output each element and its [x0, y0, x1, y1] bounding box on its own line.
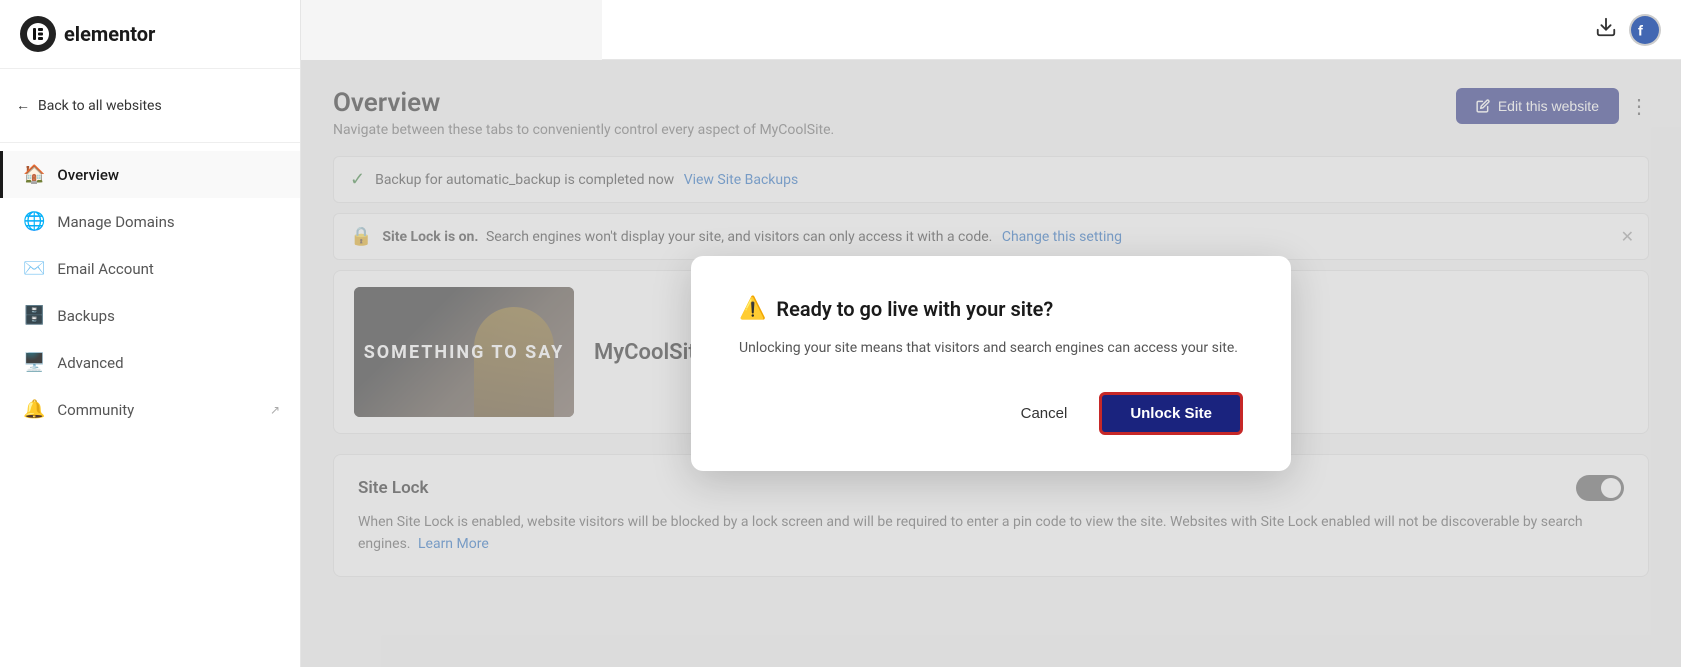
sidebar-label-email-account: Email Account — [57, 260, 153, 278]
unlock-site-button[interactable]: Unlock Site — [1099, 392, 1243, 435]
logo-text: elementor — [64, 22, 155, 46]
sidebar-icon-backups: 🗄️ — [23, 305, 45, 326]
sidebar-label-manage-domains: Manage Domains — [57, 213, 174, 231]
sidebar-icon-community: 🔔 — [23, 399, 45, 420]
sidebar-item-community[interactable]: 🔔 Community ↗ — [0, 386, 300, 433]
sidebar: elementor ← Back to all websites 🏠 Overv… — [0, 0, 301, 667]
cancel-button[interactable]: Cancel — [1005, 397, 1084, 430]
user-avatar[interactable]: f — [1629, 14, 1661, 46]
sidebar-icon-manage-domains: 🌐 — [23, 211, 45, 232]
content-area: Overview Navigate between these tabs to … — [301, 60, 1681, 667]
back-arrow-icon: ← — [16, 97, 30, 114]
unlock-dialog: ⚠️ Ready to go live with your site? Unlo… — [691, 256, 1291, 470]
back-label: Back to all websites — [38, 98, 162, 114]
main-content: f Overview Navigate between these tabs t… — [301, 0, 1681, 667]
download-button[interactable] — [1595, 16, 1617, 44]
app-logo: elementor — [0, 0, 300, 69]
sidebar-item-email-account[interactable]: ✉️ Email Account — [0, 245, 300, 292]
sidebar-item-backups[interactable]: 🗄️ Backups — [0, 292, 300, 339]
sidebar-label-community: Community — [57, 401, 134, 419]
external-link-icon: ↗ — [270, 403, 280, 417]
warning-icon: ⚠️ — [739, 296, 766, 321]
sidebar-item-overview[interactable]: 🏠 Overview — [0, 151, 300, 198]
dialog-body-text: Unlocking your site means that visitors … — [739, 337, 1243, 359]
sidebar-label-advanced: Advanced — [57, 354, 123, 372]
sidebar-nav: 🏠 Overview 🌐 Manage Domains ✉️ Email Acc… — [0, 143, 300, 441]
dialog-title-group: ⚠️ Ready to go live with your site? — [739, 296, 1243, 321]
dialog-actions: Cancel Unlock Site — [739, 392, 1243, 435]
logo-icon — [20, 16, 56, 52]
sidebar-icon-overview: 🏠 — [23, 164, 45, 185]
modal-overlay: ⚠️ Ready to go live with your site? Unlo… — [301, 60, 1681, 667]
sidebar-item-advanced[interactable]: 🖥️ Advanced — [0, 339, 300, 386]
sidebar-label-overview: Overview — [57, 166, 119, 184]
sidebar-icon-email-account: ✉️ — [23, 258, 45, 279]
back-to-all-websites[interactable]: ← Back to all websites — [0, 69, 300, 143]
sidebar-label-backups: Backups — [57, 307, 114, 325]
dialog-title-text: Ready to go live with your site? — [776, 297, 1053, 321]
sidebar-icon-advanced: 🖥️ — [23, 352, 45, 373]
topbar: f — [602, 0, 1681, 60]
sidebar-item-manage-domains[interactable]: 🌐 Manage Domains — [0, 198, 300, 245]
